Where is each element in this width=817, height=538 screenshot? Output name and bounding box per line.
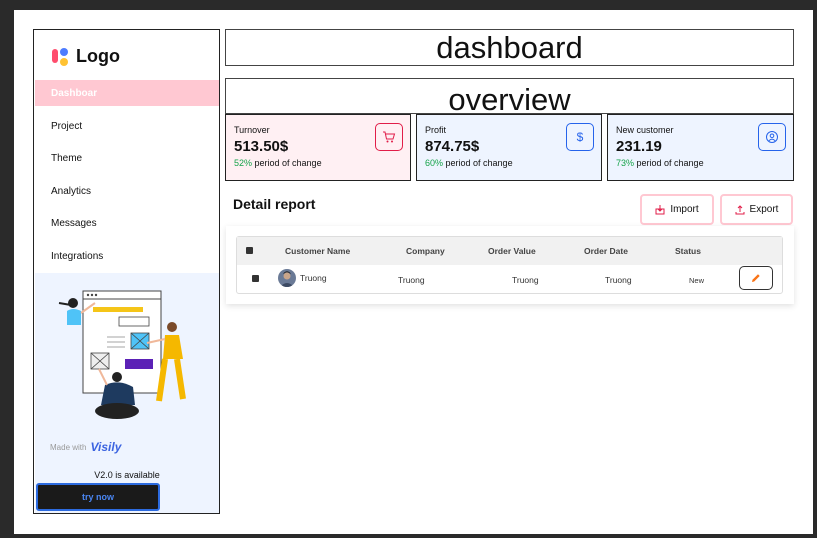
export-label: Export [749, 204, 779, 215]
sidebar-item-label: Messages [51, 217, 97, 229]
card-change-text: period of change [443, 158, 513, 168]
try-now-button[interactable]: try now [36, 483, 160, 511]
card-change: 52% period of change [234, 158, 410, 168]
turnover-card: Turnover 513.50$ 52% period of change [225, 114, 411, 181]
column-header-status[interactable]: Status [675, 237, 701, 265]
logo-text: Logo [76, 46, 120, 66]
card-change: 73% period of change [616, 158, 793, 168]
sidebar-item-label: Theme [51, 152, 83, 164]
sidebar-item-dashboard[interactable]: Dashboar [35, 80, 219, 106]
sidebar-item-messages[interactable]: Messages [35, 210, 219, 236]
import-icon [655, 204, 665, 214]
card-change-pct: 73% [616, 158, 635, 168]
dollar-icon[interactable]: $ [566, 123, 594, 151]
select-all-checkbox[interactable] [246, 247, 253, 254]
column-header-customer[interactable]: Customer Name [285, 237, 350, 265]
cell-customer-name: Truong [300, 273, 327, 283]
cell-order-value: Truong [512, 275, 539, 285]
cell-order-date: Truong [605, 275, 632, 285]
card-change-text: period of change [252, 158, 322, 168]
sidebar: Logo Dashboar Project Theme Analytics Me… [33, 29, 220, 514]
sidebar-item-label: Dashboar [51, 87, 98, 99]
column-header-order-value[interactable]: Order Value [488, 237, 536, 265]
detail-report-title: Detail report [233, 196, 316, 212]
profit-card: Profit 874.75$ 60% period of change $ [416, 114, 602, 181]
export-icon [735, 204, 745, 214]
card-change-pct: 52% [234, 158, 253, 168]
page-title: dashboard [225, 29, 794, 66]
status-badge: New [689, 276, 705, 285]
report-table: Customer Name Company Order Value Order … [236, 236, 783, 294]
made-with-label: Made with [50, 442, 87, 452]
sidebar-item-label: Integrations [51, 250, 104, 262]
version-text: V2.0 is available [94, 470, 160, 480]
card-change-pct: 60% [425, 158, 444, 168]
edit-button[interactable] [739, 266, 773, 290]
import-label: Import [670, 204, 699, 215]
pencil-icon [752, 274, 760, 282]
logo[interactable]: Logo [51, 46, 120, 67]
sidebar-item-label: Project [51, 120, 83, 132]
promo-illustration [58, 290, 186, 419]
user-icon[interactable] [758, 123, 786, 151]
section-title-overview: overview [225, 78, 794, 117]
table-header: Customer Name Company Order Value Order … [237, 237, 782, 265]
card-change-text: period of change [634, 158, 704, 168]
made-with-visily: Made with Visily [50, 440, 121, 454]
card-change: 60% period of change [425, 158, 601, 168]
sidebar-item-analytics[interactable]: Analytics [35, 178, 219, 204]
sidebar-item-label: Analytics [51, 185, 92, 197]
column-header-order-date[interactable]: Order Date [584, 237, 628, 265]
logo-mark-icon [51, 47, 71, 67]
report-table-card: Customer Name Company Order Value Order … [226, 226, 794, 304]
cart-icon[interactable] [375, 123, 403, 151]
sidebar-item-integrations[interactable]: Integrations [35, 243, 219, 269]
export-button[interactable]: Export [720, 194, 793, 225]
cell-company: Truong [398, 275, 425, 285]
column-header-company[interactable]: Company [406, 237, 445, 265]
sidebar-item-project[interactable]: Project [35, 113, 219, 139]
sidebar-item-theme[interactable]: Theme [35, 145, 219, 171]
avatar [278, 269, 296, 287]
row-checkbox[interactable] [252, 275, 259, 282]
import-button[interactable]: Import [640, 194, 714, 225]
new-customer-card: New customer 231.19 73% period of change [607, 114, 794, 181]
visily-logo: Visily [90, 440, 122, 454]
upgrade-promo: Made with Visily V2.0 is available try n… [35, 273, 219, 513]
